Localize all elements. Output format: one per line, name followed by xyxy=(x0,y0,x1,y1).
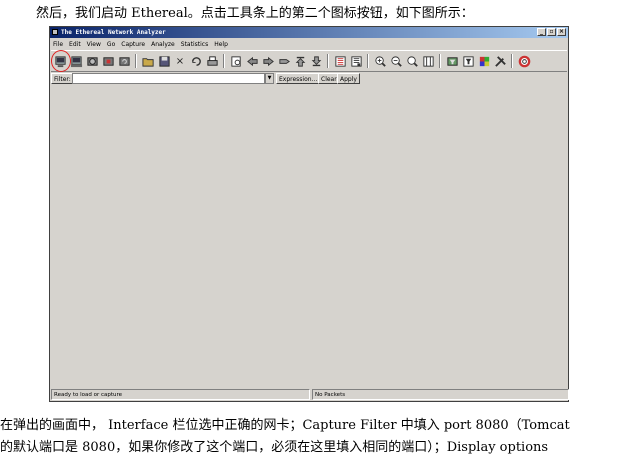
help-icon[interactable] xyxy=(517,54,531,68)
autoscroll-icon[interactable] xyxy=(349,54,363,68)
toolbar-separator xyxy=(223,54,225,68)
zoom-out-icon[interactable] xyxy=(389,54,403,68)
coloring-rules-icon[interactable] xyxy=(477,54,491,68)
toolbar-separator xyxy=(327,54,329,68)
close-button[interactable]: × xyxy=(557,28,566,36)
main-toolbar: × xyxy=(51,50,567,72)
window-title: The Ethereal Network Analyzer xyxy=(61,29,166,36)
back-icon[interactable] xyxy=(245,54,259,68)
stop-capture-icon[interactable] xyxy=(101,54,115,68)
open-icon[interactable] xyxy=(141,54,155,68)
close-file-icon[interactable]: × xyxy=(173,54,187,68)
maximize-button[interactable]: ▫ xyxy=(547,28,556,36)
toolbar-separator xyxy=(135,54,137,68)
menu-edit[interactable]: Edit xyxy=(66,39,84,50)
expression-button[interactable]: Expression... xyxy=(276,73,321,84)
zoom-normal-icon[interactable] xyxy=(405,54,419,68)
menu-capture[interactable]: Capture xyxy=(118,39,148,50)
menu-help[interactable]: Help xyxy=(211,39,231,50)
menu-bar: File Edit View Go Capture Analyze Statis… xyxy=(50,39,568,50)
annotation-circle xyxy=(51,50,71,72)
minimize-button[interactable]: _ xyxy=(537,28,546,36)
first-packet-icon[interactable] xyxy=(293,54,307,68)
apply-button[interactable]: Apply xyxy=(337,73,360,84)
capture-options-icon[interactable] xyxy=(69,54,83,68)
filter-dropdown-button[interactable]: ▼ xyxy=(265,73,274,84)
preferences-icon[interactable] xyxy=(493,54,507,68)
title-bar: The Ethereal Network Analyzer _ ▫ × xyxy=(50,27,568,38)
find-icon[interactable] xyxy=(229,54,243,68)
status-message: Ready to load or capture xyxy=(51,389,310,400)
resize-columns-icon[interactable] xyxy=(421,54,435,68)
interfaces-icon[interactable] xyxy=(51,50,71,72)
display-filter-icon[interactable] xyxy=(461,54,475,68)
print-icon[interactable] xyxy=(205,54,219,68)
capture-filter-icon[interactable] xyxy=(445,54,459,68)
status-bar: Ready to load or capture No Packets xyxy=(51,389,569,400)
body-text-line-1: 在弹出的画面中， Interface 栏位选中正确的网卡；Capture Fil… xyxy=(0,418,570,433)
toolbar-separator xyxy=(367,54,369,68)
goto-icon[interactable] xyxy=(277,54,291,68)
restart-capture-icon[interactable] xyxy=(117,54,131,68)
forward-icon[interactable] xyxy=(261,54,275,68)
menu-file[interactable]: File xyxy=(50,39,66,50)
filter-toolbar: Filter: ▼ Expression... Clear Apply xyxy=(51,72,567,86)
start-capture-icon[interactable] xyxy=(85,54,99,68)
toolbar-separator xyxy=(511,54,513,68)
last-packet-icon[interactable] xyxy=(309,54,323,68)
menu-go[interactable]: Go xyxy=(104,39,118,50)
ethereal-window: The Ethereal Network Analyzer _ ▫ × File… xyxy=(49,26,569,402)
zoom-in-icon[interactable] xyxy=(373,54,387,68)
intro-text: 然后，我们启动 Ethereal。点击工具条上的第二个图标按钮，如下图所示： xyxy=(36,6,474,21)
menu-statistics[interactable]: Statistics xyxy=(178,39,211,50)
app-icon xyxy=(52,29,58,35)
body-text-line-2: 的默认端口是 8080，如果你修改了这个端口，必须在这里填入相同的端口）；Dis… xyxy=(0,440,549,455)
menu-view[interactable]: View xyxy=(84,39,104,50)
menu-analyze[interactable]: Analyze xyxy=(148,39,178,50)
reload-icon[interactable] xyxy=(189,54,203,68)
save-icon[interactable] xyxy=(157,54,171,68)
status-packets: No Packets xyxy=(312,389,569,400)
filter-input[interactable] xyxy=(72,73,265,84)
toolbar-separator xyxy=(439,54,441,68)
packet-list-pane[interactable] xyxy=(51,87,567,387)
colorize-icon[interactable] xyxy=(333,54,347,68)
filter-button[interactable]: Filter: xyxy=(51,73,74,84)
